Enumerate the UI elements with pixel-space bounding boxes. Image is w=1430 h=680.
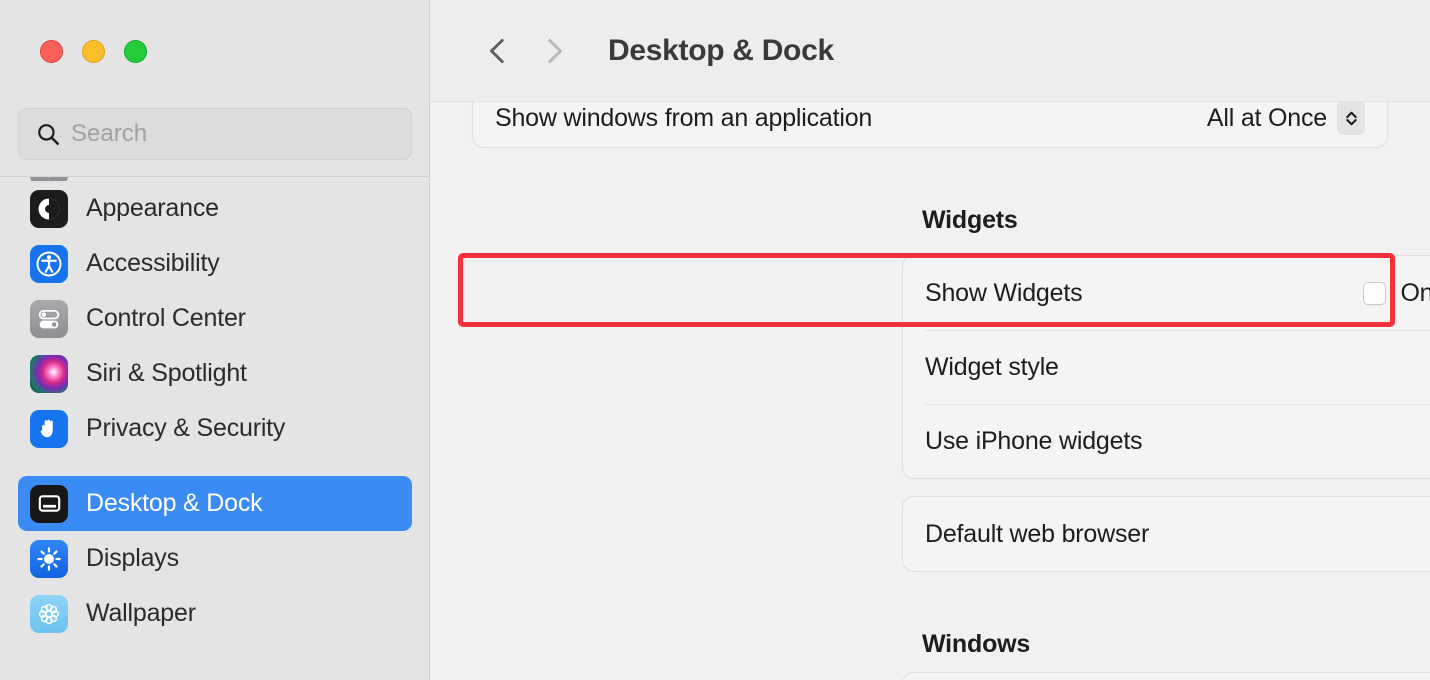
use-iphone-widgets-label: Use iPhone widgets (925, 427, 1142, 456)
appearance-icon (30, 190, 68, 228)
sidebar-item-wallpaper[interactable]: Wallpaper (18, 586, 412, 641)
on-desktop-label: On Desktop (1400, 279, 1430, 308)
sidebar-item-label: Displays (86, 544, 179, 573)
displays-sun-icon (30, 540, 68, 578)
sidebar-item-label: Appearance (86, 194, 219, 223)
sidebar-item-label: Desktop & Dock (86, 489, 262, 518)
windows-heading: Windows (922, 630, 1030, 658)
sidebar-item-control-center[interactable]: Control Center (18, 291, 412, 346)
sidebar-item-label: General (86, 177, 174, 181)
accessibility-icon (30, 245, 68, 283)
chevron-right-icon (537, 34, 571, 68)
chevron-left-icon (481, 34, 515, 68)
default-browser-row[interactable]: Default web browser Ar (903, 497, 1430, 571)
minimize-window-button[interactable] (82, 40, 105, 63)
show-windows-control: All at Once (1207, 101, 1365, 135)
show-windows-value: All at Once (1207, 104, 1327, 133)
show-widgets-controls: On Desktop In Stage Manager (1363, 279, 1430, 308)
content-pane: Desktop & Dock Show windows from an appl… (430, 0, 1430, 680)
search-input[interactable] (71, 120, 395, 148)
sidebar-item-accessibility[interactable]: Accessibility (18, 236, 412, 291)
windows-card (902, 672, 1430, 680)
sidebar-group-spacer (18, 456, 412, 476)
widgets-card: Show Widgets On Desktop In Stage Manager (902, 255, 1430, 479)
sidebar-item-desktop-dock[interactable]: Desktop & Dock (18, 476, 412, 531)
widgets-heading: Widgets (922, 206, 1018, 234)
sidebar-scroll-area[interactable]: General Appearance (0, 177, 430, 680)
on-desktop-checkbox-group[interactable]: On Desktop (1363, 279, 1430, 308)
content-titlebar: Desktop & Dock (430, 0, 1430, 102)
wallpaper-flower-icon (30, 595, 68, 633)
show-windows-label: Show windows from an application (495, 104, 872, 133)
sidebar-item-privacy-security[interactable]: Privacy & Security (18, 401, 412, 456)
system-settings-window: General Appearance (0, 0, 1430, 680)
default-browser-card: Default web browser Ar (902, 496, 1430, 572)
on-desktop-checkbox[interactable] (1363, 282, 1386, 305)
sidebar-item-label: Privacy & Security (86, 414, 285, 443)
back-button[interactable] (476, 29, 520, 73)
sidebar-item-label: Control Center (86, 304, 246, 333)
page-title: Desktop & Dock (608, 34, 834, 68)
sidebar-item-label: Accessibility (86, 249, 220, 278)
settings-scroll-area[interactable]: Show windows from an application All at … (430, 0, 1430, 680)
sidebar-item-appearance[interactable]: Appearance (18, 181, 412, 236)
show-widgets-row[interactable]: Show Widgets On Desktop In Stage Manager (903, 256, 1430, 330)
siri-icon (30, 355, 68, 393)
search-icon (35, 121, 61, 147)
close-window-button[interactable] (40, 40, 63, 63)
sidebar-item-siri-spotlight[interactable]: Siri & Spotlight (18, 346, 412, 401)
control-center-icon (30, 300, 68, 338)
show-windows-popup-button[interactable]: All at Once (1207, 101, 1365, 135)
desktop-dock-icon (30, 485, 68, 523)
gear-icon (30, 177, 68, 181)
search-field[interactable] (18, 108, 412, 160)
show-widgets-label: Show Widgets (925, 279, 1082, 308)
sidebar-item-label: Wallpaper (86, 599, 196, 628)
traffic-lights (40, 40, 147, 63)
sidebar-item-displays[interactable]: Displays (18, 531, 412, 586)
widget-style-row[interactable]: Widget style Automatic (903, 330, 1430, 404)
sidebar-item-label: Siri & Spotlight (86, 359, 247, 388)
sidebar-nav-list: General Appearance (0, 177, 430, 641)
forward-button[interactable] (532, 29, 576, 73)
sidebar: General Appearance (0, 0, 430, 680)
privacy-hand-icon (30, 410, 68, 448)
default-browser-label: Default web browser (925, 520, 1149, 549)
widget-style-label: Widget style (925, 353, 1059, 382)
widgets-section-title: Widgets (922, 206, 1018, 235)
chevron-updown-icon (1337, 101, 1365, 135)
zoom-window-button[interactable] (124, 40, 147, 63)
use-iphone-widgets-row[interactable]: Use iPhone widgets (903, 404, 1430, 478)
windows-section-title: Windows (922, 630, 1030, 659)
